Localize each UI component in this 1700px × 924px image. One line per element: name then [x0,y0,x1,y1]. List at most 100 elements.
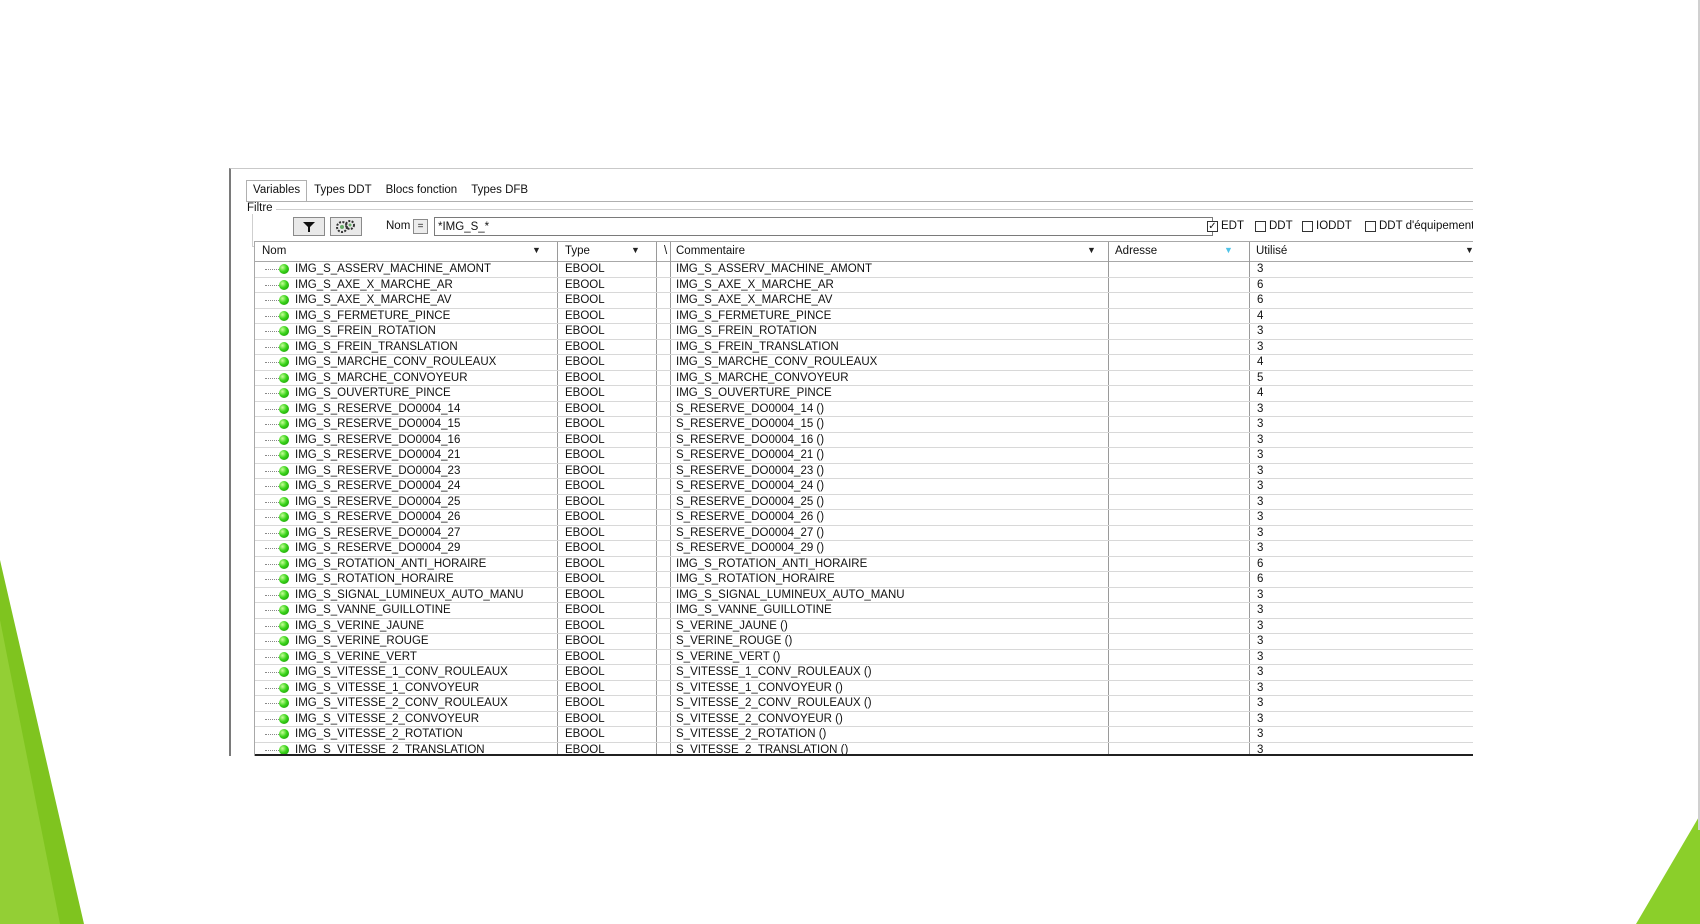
cell-nom[interactable]: IMG_S_VERINE_ROUGE [295,635,429,648]
cell-commentaire[interactable]: S_VITESSE_2_CONVOYEUR () [676,713,843,726]
cell-commentaire[interactable]: IMG_S_ROTATION_ANTI_HORAIRE [676,558,867,571]
cell-nom[interactable]: IMG_S_RESERVE_DO0004_25 [295,496,460,509]
chevron-down-icon[interactable]: ▼ [631,245,640,255]
apply-filter-button[interactable] [293,217,325,236]
cell-type[interactable]: EBOOL [565,635,605,648]
cell-nom[interactable]: IMG_S_RESERVE_DO0004_24 [295,480,460,493]
checkbox-edt-box[interactable]: ✓ [1207,220,1218,232]
table-row[interactable]: IMG_S_VERINE_JAUNE EBOOL S_VERINE_JAUNE ()… [255,619,1473,634]
cell-nom[interactable]: IMG_S_MARCHE_CONV_ROULEAUX [295,356,496,369]
table-row[interactable]: IMG_S_FREIN_TRANSLATION EBOOL IMG_S_FREIN_… [255,340,1473,355]
chevron-down-icon[interactable]: ▼ [1465,245,1473,255]
cell-nom[interactable]: IMG_S_RESERVE_DO0004_29 [295,542,460,555]
cell-commentaire[interactable]: IMG_S_OUVERTURE_PINCE [676,387,832,400]
cell-type[interactable]: EBOOL [565,356,605,369]
filter-settings-button[interactable] [330,217,362,236]
table-row[interactable]: IMG_S_ASSERV_MACHINE_AMONT EBOOL IMG_S_ASS… [255,262,1473,278]
cell-commentaire[interactable]: S_VERINE_VERT () [676,651,780,664]
cell-commentaire[interactable]: IMG_S_ROTATION_HORAIRE [676,573,835,586]
table-row[interactable]: IMG_S_RESERVE_DO0004_14 EBOOL S_RESERVE_DO… [255,402,1473,417]
cell-nom[interactable]: IMG_S_FREIN_TRANSLATION [295,341,458,354]
cell-nom[interactable]: IMG_S_AXE_X_MARCHE_AR [295,279,453,292]
table-row[interactable]: IMG_S_VITESSE_1_CONVOYEUR EBOOL S_VITESSE_… [255,681,1473,696]
cell-nom[interactable]: IMG_S_RESERVE_DO0004_26 [295,511,460,524]
cell-nom[interactable]: IMG_S_SIGNAL_LUMINEUX_AUTO_MANU [295,589,524,602]
table-row[interactable]: IMG_S_SIGNAL_LUMINEUX_AUTO_MANU EBOOL IMG_… [255,588,1473,603]
cell-type[interactable]: EBOOL [565,620,605,633]
tab-variables[interactable]: Variables [246,180,308,202]
cell-commentaire[interactable]: IMG_S_MARCHE_CONVOYEUR [676,372,849,385]
cell-nom[interactable]: IMG_S_ROTATION_HORAIRE [295,573,454,586]
table-row[interactable]: IMG_S_RESERVE_DO0004_29 EBOOL S_RESERVE_DO… [255,541,1473,557]
cell-nom[interactable]: IMG_S_VITESSE_2_ROTATION [295,728,463,741]
cell-type[interactable]: EBOOL [565,697,605,710]
cell-commentaire[interactable]: S_RESERVE_DO0004_15 () [676,418,824,431]
cell-commentaire[interactable]: IMG_S_AXE_X_MARCHE_AR [676,279,834,292]
cell-type[interactable]: EBOOL [565,387,605,400]
column-header-type[interactable]: Type [565,245,590,257]
cell-nom[interactable]: IMG_S_VITESSE_2_CONV_ROULEAUX [295,697,508,710]
cell-type[interactable]: EBOOL [565,496,605,509]
table-row[interactable]: IMG_S_AXE_X_MARCHE_AR EBOOL IMG_S_AXE_X_MA… [255,278,1473,293]
cell-nom[interactable]: IMG_S_VANNE_GUILLOTINE [295,604,451,617]
cell-nom[interactable]: IMG_S_ROTATION_ANTI_HORAIRE [295,558,486,571]
cell-commentaire[interactable]: S_RESERVE_DO0004_29 () [676,542,824,555]
cell-commentaire[interactable]: S_VITESSE_1_CONV_ROULEAUX () [676,666,872,679]
cell-type[interactable]: EBOOL [565,465,605,478]
cell-type[interactable]: EBOOL [565,449,605,462]
cell-type[interactable]: EBOOL [565,651,605,664]
chevron-down-icon[interactable]: ▼ [532,245,541,255]
cell-commentaire[interactable]: S_VITESSE_1_CONVOYEUR () [676,682,843,695]
cell-nom[interactable]: IMG_S_RESERVE_DO0004_14 [295,403,460,416]
cell-type[interactable]: EBOOL [565,604,605,617]
checkbox-ddt-equipement-box[interactable] [1365,220,1376,232]
cell-commentaire[interactable]: IMG_S_FREIN_TRANSLATION [676,341,839,354]
table-row[interactable]: IMG_S_ROTATION_ANTI_HORAIRE EBOOL IMG_S_RO… [255,557,1473,572]
table-row[interactable]: IMG_S_RESERVE_DO0004_21 EBOOL S_RESERVE_DO… [255,448,1473,464]
cell-type[interactable]: EBOOL [565,434,605,447]
table-row[interactable]: IMG_S_VITESSE_2_CONVOYEUR EBOOL S_VITESSE_… [255,712,1473,727]
cell-nom[interactable]: IMG_S_VERINE_JAUNE [295,620,424,633]
table-row[interactable]: IMG_S_FREIN_ROTATION EBOOL IMG_S_FREIN_ROT… [255,324,1473,340]
sort-filter-icon[interactable]: ▼ [1224,245,1233,255]
cell-commentaire[interactable]: S_RESERVE_DO0004_16 () [676,434,824,447]
table-row[interactable]: IMG_S_VITESSE_2_CONV_ROULEAUX EBOOL S_VITE… [255,696,1473,712]
cell-type[interactable]: EBOOL [565,542,605,555]
cell-commentaire[interactable]: IMG_S_ASSERV_MACHINE_AMONT [676,263,872,276]
cell-commentaire[interactable]: S_RESERVE_DO0004_21 () [676,449,824,462]
cell-commentaire[interactable]: IMG_S_AXE_X_MARCHE_AV [676,294,832,307]
checkbox-ddt[interactable]: DDT [1255,220,1293,232]
table-row[interactable]: IMG_S_RESERVE_DO0004_15 EBOOL S_RESERVE_DO… [255,417,1473,433]
cell-nom[interactable]: IMG_S_VITESSE_2_CONVOYEUR [295,713,479,726]
cell-commentaire[interactable]: S_RESERVE_DO0004_25 () [676,496,824,509]
checkbox-ioddt-box[interactable] [1302,220,1313,232]
cell-nom[interactable]: IMG_S_ASSERV_MACHINE_AMONT [295,263,491,276]
cell-nom[interactable]: IMG_S_RESERVE_DO0004_27 [295,527,460,540]
cell-commentaire[interactable]: S_RESERVE_DO0004_26 () [676,511,824,524]
table-row[interactable]: IMG_S_VITESSE_2_ROTATION EBOOL S_VITESSE_2… [255,727,1473,743]
cell-type[interactable]: EBOOL [565,480,605,493]
cell-type[interactable]: EBOOL [565,573,605,586]
table-row[interactable]: IMG_S_RESERVE_DO0004_26 EBOOL S_RESERVE_DO… [255,510,1473,526]
cell-commentaire[interactable]: S_VERINE_ROUGE () [676,635,792,648]
cell-commentaire[interactable]: IMG_S_SIGNAL_LUMINEUX_AUTO_MANU [676,589,905,602]
cell-commentaire[interactable]: S_VITESSE_2_CONV_ROULEAUX () [676,697,872,710]
cell-commentaire[interactable]: IMG_S_MARCHE_CONV_ROULEAUX [676,356,877,369]
table-row[interactable]: IMG_S_MARCHE_CONV_ROULEAUX EBOOL IMG_S_MAR… [255,355,1473,371]
cell-type[interactable]: EBOOL [565,527,605,540]
chevron-down-icon[interactable]: ▼ [1087,245,1096,255]
table-row[interactable]: IMG_S_VANNE_GUILLOTINE EBOOL IMG_S_VANNE_G… [255,603,1473,619]
cell-commentaire[interactable]: S_RESERVE_DO0004_24 () [676,480,824,493]
cell-type[interactable]: EBOOL [565,310,605,323]
cell-nom[interactable]: IMG_S_AXE_X_MARCHE_AV [295,294,451,307]
cell-commentaire[interactable]: IMG_S_VANNE_GUILLOTINE [676,604,832,617]
column-header-utilise[interactable]: Utilisé [1256,245,1287,257]
filter-name-input[interactable] [434,217,1213,236]
column-header-nom[interactable]: Nom [262,245,286,257]
cell-nom[interactable]: IMG_S_RESERVE_DO0004_23 [295,465,460,478]
tab-types-ddt[interactable]: Types DDT [307,180,379,199]
cell-type[interactable]: EBOOL [565,403,605,416]
table-row[interactable]: IMG_S_OUVERTURE_PINCE EBOOL IMG_S_OUVERTUR… [255,386,1473,402]
checkbox-edt[interactable]: ✓ EDT [1207,220,1244,232]
cell-type[interactable]: EBOOL [565,713,605,726]
